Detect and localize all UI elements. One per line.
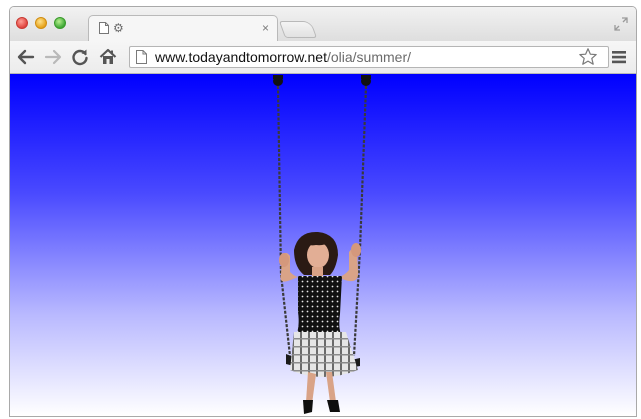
reload-icon[interactable] [70, 47, 90, 67]
tab-strip: ⚙ × [10, 7, 636, 42]
browser-window: ⚙ × www.todayandtomorrow.net/olia/summer… [9, 6, 637, 417]
minimize-window-button[interactable] [35, 17, 47, 29]
address-bar[interactable]: www.todayandtomorrow.net/olia/summer/ [129, 46, 609, 68]
fullscreen-icon[interactable] [614, 17, 628, 31]
hamburger-menu-icon[interactable] [610, 47, 628, 67]
forward-arrow-icon[interactable] [43, 47, 63, 67]
back-arrow-icon[interactable] [16, 47, 36, 67]
page-icon [136, 50, 147, 64]
home-icon[interactable] [98, 47, 118, 67]
close-window-button[interactable] [16, 17, 28, 29]
browser-tab[interactable]: ⚙ × [88, 15, 278, 42]
star-icon[interactable] [578, 47, 598, 67]
gear-icon: ⚙ [113, 21, 124, 35]
maximize-window-button[interactable] [54, 17, 66, 29]
close-tab-icon[interactable]: × [262, 20, 269, 36]
page-icon [99, 22, 109, 34]
page-content [10, 74, 636, 416]
woman-on-swing-image [273, 75, 371, 414]
browser-toolbar: www.todayandtomorrow.net/olia/summer/ [10, 41, 636, 74]
new-tab-button[interactable] [278, 21, 318, 38]
url-host: www.todayandtomorrow.net [155, 49, 327, 65]
url-path: /olia/summer/ [326, 49, 412, 65]
url-text[interactable]: www.todayandtomorrow.net/olia/summer/ [155, 49, 411, 66]
